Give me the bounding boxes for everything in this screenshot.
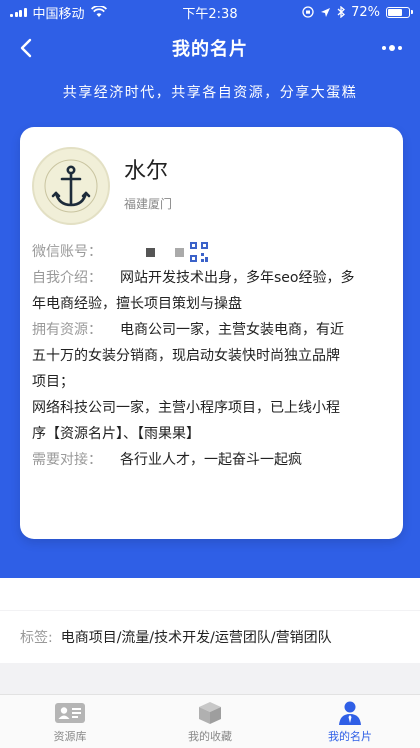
nav-bar: 我的名片 bbox=[0, 26, 420, 70]
spacer bbox=[0, 578, 420, 610]
status-bar: 中国移动 下午2:38 72% bbox=[0, 0, 420, 24]
resources-text: 五十万的女装分销商，现启动女装快时尚独立品牌 bbox=[32, 348, 340, 364]
wechat-row: 微信账号： bbox=[32, 239, 391, 265]
tab-favorites[interactable]: 我的收藏 bbox=[140, 695, 280, 748]
resources-row-cont: 网络科技公司一家，主营小程序项目，已上线小程 bbox=[32, 395, 391, 421]
signal-icon bbox=[10, 7, 27, 17]
tags-label: 标签: bbox=[20, 630, 53, 646]
resources-row-cont: 五十万的女装分销商，现启动女装快时尚独立品牌 bbox=[32, 343, 391, 369]
profile-name: 水尔 bbox=[124, 159, 169, 184]
page-title: 我的名片 bbox=[172, 39, 248, 60]
anchor-icon bbox=[44, 159, 98, 213]
intro-row-cont: 年电商经验，擅长项目策划与操盘 bbox=[32, 291, 391, 317]
resources-text: 项目； bbox=[32, 374, 74, 390]
tags-value: 电商项目/流量/技术开发/运营团队/营销团队 bbox=[60, 630, 332, 646]
bluetooth-icon bbox=[337, 6, 346, 18]
resources-row: 拥有资源： 电商公司一家，主营女装电商，有近 bbox=[32, 317, 391, 343]
chevron-left-icon bbox=[20, 38, 32, 58]
orientation-lock-icon bbox=[302, 6, 314, 18]
battery-percent: 72% bbox=[351, 4, 380, 20]
tab-bar: 资源库 我的收藏 我的名片 bbox=[0, 694, 420, 748]
needs-row: 需要对接： 各行业人才，一起奋斗一起疯 bbox=[32, 447, 391, 473]
wechat-qr-area[interactable] bbox=[146, 242, 208, 262]
carrier-label: 中国移动 bbox=[32, 6, 85, 22]
intro-label: 自我介绍： bbox=[32, 270, 102, 286]
tab-label: 我的名片 bbox=[328, 729, 372, 743]
tab-label: 我的收藏 bbox=[188, 729, 232, 743]
resources-row-cont: 项目； bbox=[32, 369, 391, 395]
resources-text: 网络科技公司一家，主营小程序项目，已上线小程 bbox=[32, 400, 340, 416]
intro-row: 自我介绍： 网站开发技术出身，多年seo经验，多 bbox=[32, 265, 391, 291]
wifi-icon bbox=[90, 6, 107, 17]
battery-fill bbox=[388, 8, 403, 16]
intro-text: 年电商经验，擅长项目策划与操盘 bbox=[32, 296, 242, 312]
resources-row-cont: 序【资源名片】、【雨果果】 bbox=[32, 421, 391, 447]
profile-location: 福建厦门 bbox=[124, 197, 173, 211]
tags-row: 标签: 电商项目/流量/技术开发/运营团队/营销团队 bbox=[0, 611, 420, 663]
needs-label: 需要对接： bbox=[32, 452, 102, 468]
status-right: 72% bbox=[302, 4, 413, 20]
business-card: 水尔 福建厦门 微信账号： 自我介绍： 网站开发技术出身，多年seo经验，多 年电… bbox=[20, 127, 403, 539]
id-card-icon bbox=[54, 700, 86, 726]
person-icon bbox=[337, 700, 363, 726]
needs-text: 各行业人才，一起奋斗一起疯 bbox=[120, 452, 302, 468]
tab-my-card[interactable]: 我的名片 bbox=[280, 695, 420, 748]
pixel-block-icon bbox=[146, 247, 155, 257]
intro-text: 网站开发技术出身，多年seo经验，多 bbox=[120, 270, 355, 286]
tab-resources[interactable]: 资源库 bbox=[0, 695, 140, 748]
battery-icon bbox=[386, 6, 413, 18]
tab-label: 资源库 bbox=[53, 729, 87, 743]
wechat-label: 微信账号： bbox=[32, 244, 102, 260]
card-header: 水尔 福建厦门 bbox=[32, 147, 391, 225]
more-button[interactable] bbox=[374, 34, 410, 62]
more-dot-icon bbox=[398, 46, 402, 50]
back-button[interactable] bbox=[10, 32, 42, 64]
more-dot-icon bbox=[382, 46, 386, 50]
pixel-block-icon bbox=[175, 247, 184, 257]
resources-text: 电商公司一家，主营女装电商，有近 bbox=[120, 322, 344, 338]
box-icon bbox=[197, 700, 223, 726]
avatar[interactable] bbox=[32, 147, 110, 225]
profile-info: 水尔 福建厦门 bbox=[124, 153, 172, 212]
status-left: 中国移动 bbox=[10, 3, 107, 22]
resources-label: 拥有资源： bbox=[32, 322, 102, 338]
location-icon bbox=[321, 7, 331, 17]
more-dot-icon bbox=[389, 45, 395, 51]
resources-text: 序【资源名片】、【雨果果】 bbox=[32, 426, 200, 442]
tagline: 共享经济时代，共享各自资源，分享大蛋糕 bbox=[62, 85, 358, 101]
qr-code-icon bbox=[190, 242, 208, 262]
